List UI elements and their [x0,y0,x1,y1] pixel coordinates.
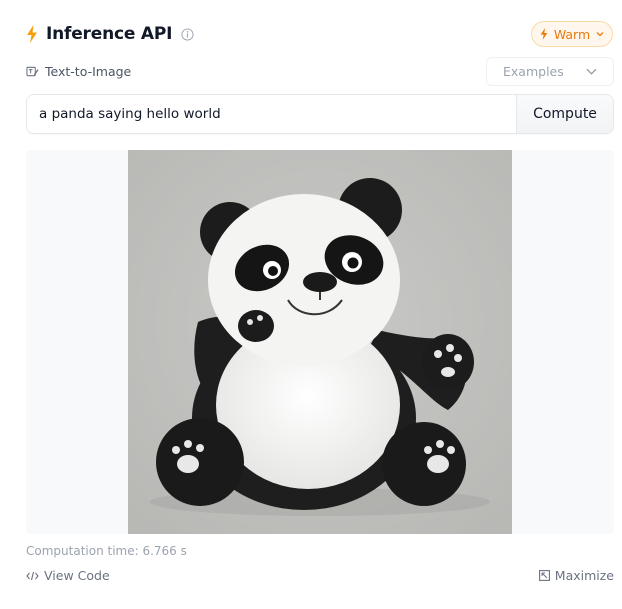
widget-title: Inference API [46,24,173,44]
maximize-icon [538,570,550,581]
computation-time: Computation time: 6.766 s [26,544,187,558]
view-code-label: View Code [44,568,110,583]
output-image [128,150,512,534]
text-to-image-icon [26,66,39,76]
compute-button[interactable]: Compute [516,95,613,133]
code-icon [26,571,39,580]
prompt-input-group: Compute [26,94,614,134]
examples-dropdown[interactable]: Examples [486,57,614,86]
lightning-icon [540,28,548,40]
chevron-down-icon [596,32,604,37]
view-code-link[interactable]: View Code [26,568,110,583]
maximize-label: Maximize [554,568,614,583]
maximize-button[interactable]: Maximize [538,568,614,583]
widget-header: Inference API [26,22,194,46]
prompt-input[interactable] [27,95,516,133]
warm-status-button[interactable]: Warm [531,21,613,47]
lightning-icon [27,25,37,43]
info-icon[interactable] [181,27,194,41]
task-label: Text-to-Image [26,62,131,80]
examples-label: Examples [503,64,564,79]
task-label-text: Text-to-Image [45,63,132,79]
chevron-down-icon [586,68,597,75]
warm-status-label: Warm [553,26,591,42]
